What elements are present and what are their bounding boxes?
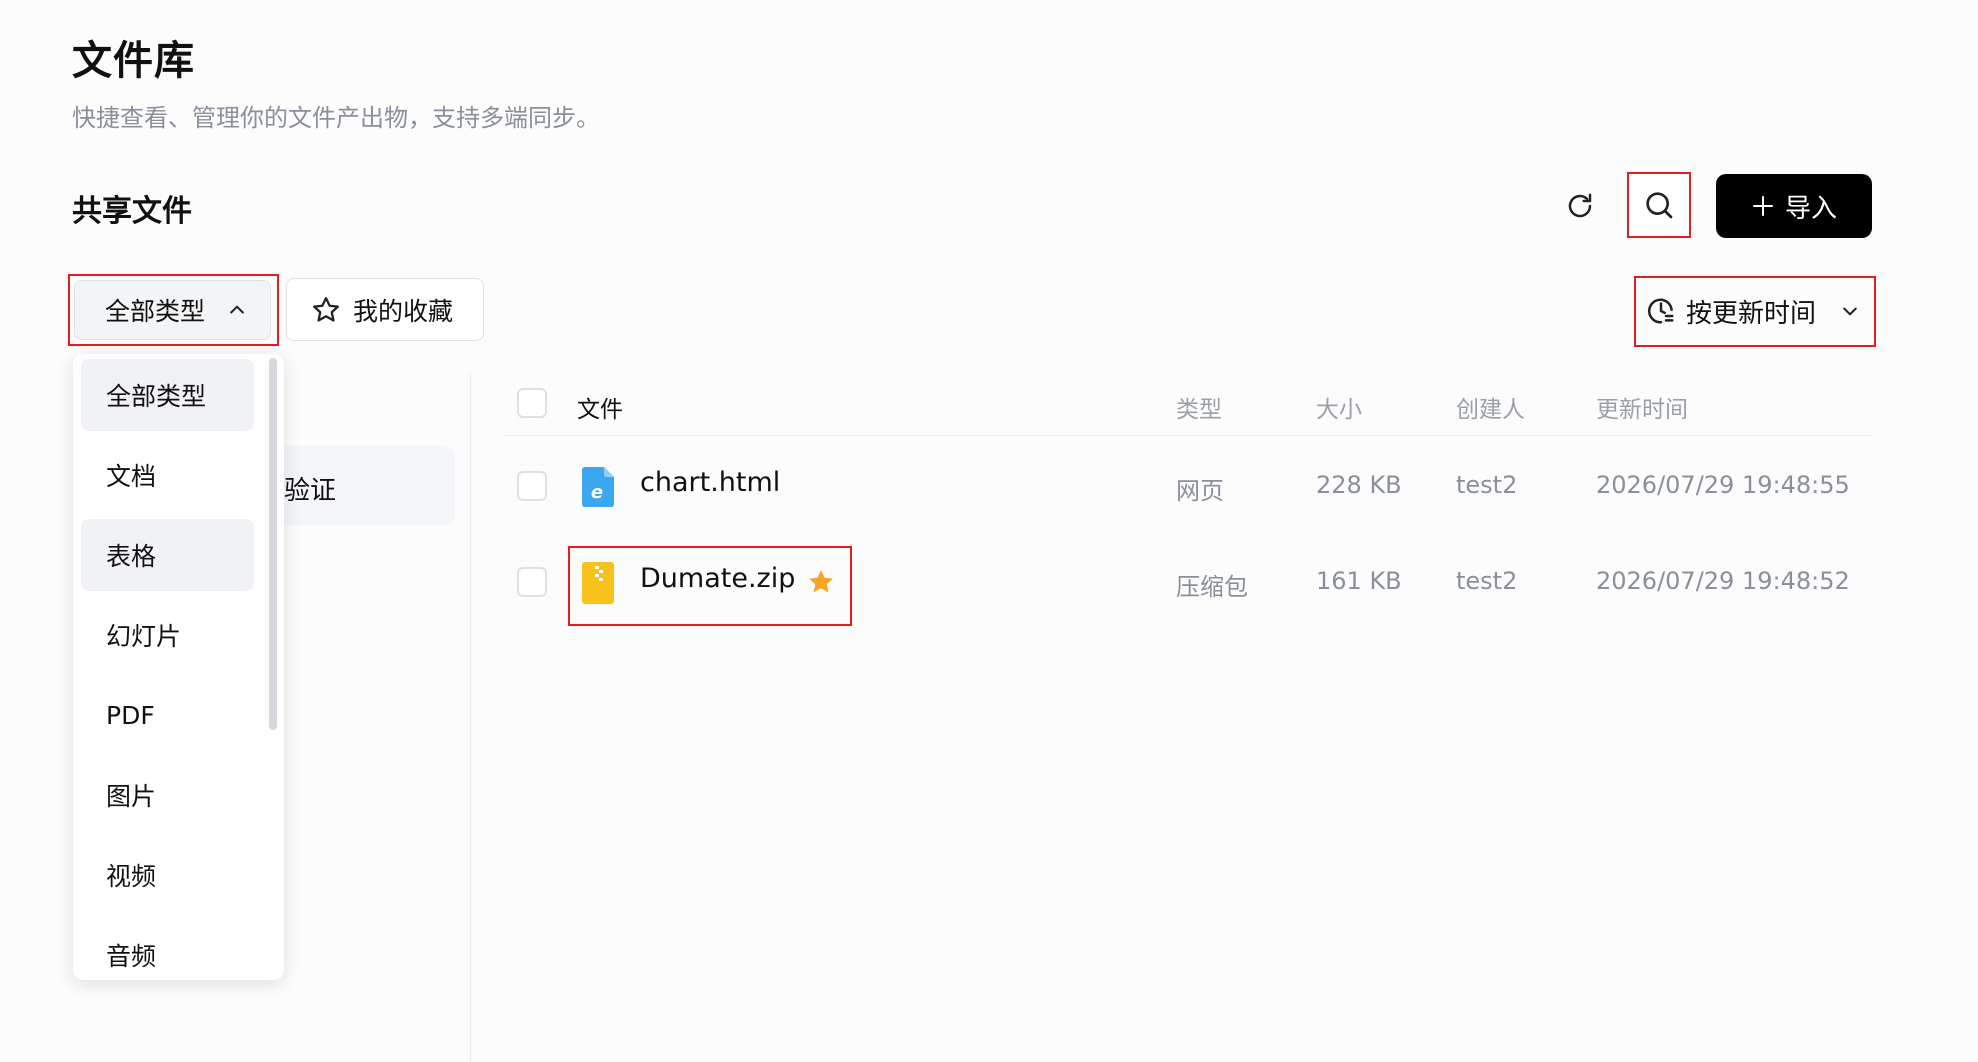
search-button[interactable] [1627,172,1691,238]
table-row[interactable]: e chart.html 网页 228 KB test2 2026/07/29 … [504,441,1872,531]
file-size: 161 KB [1316,567,1402,595]
row-checkbox[interactable] [517,471,547,501]
refresh-icon [1568,193,1592,218]
sort-label: 按更新时间 [1686,298,1817,329]
favorites-button[interactable]: 我的收藏 [286,278,484,341]
select-all-checkbox[interactable] [517,388,547,418]
dropdown-item-audio[interactable]: 音频 [81,919,254,980]
file-name[interactable]: Dumate.zip [640,563,795,594]
dropdown-item-slides[interactable]: 幻灯片 [81,599,254,671]
type-filter-button[interactable]: 全部类型 [74,280,271,340]
table-header: 文件 类型 大小 创建人 更新时间 [504,370,1872,436]
zip-file-icon [582,562,614,604]
header-file: 文件 [577,397,623,423]
file-updated: 2026/07/29 19:48:55 [1596,471,1850,499]
import-label: 导入 [1784,193,1837,224]
chevron-down-icon [1843,307,1857,316]
dropdown-item-video[interactable]: 视频 [81,839,254,911]
star-filled-icon[interactable] [806,567,836,597]
dropdown-item-document[interactable]: 文档 [81,439,254,511]
file-type: 压缩包 [1176,573,1248,601]
panel-divider [470,372,471,1062]
header-updated: 更新时间 [1596,397,1688,423]
chevron-up-icon [230,305,244,314]
dropdown-scrollbar[interactable] [269,358,277,730]
dropdown-item-pdf[interactable]: PDF [81,679,254,751]
import-button[interactable]: 导入 [1716,174,1872,238]
file-creator: test2 [1456,567,1518,595]
svg-text:e: e [591,482,603,503]
plus-icon [1752,196,1773,216]
type-dropdown: 全部类型 文档 表格 幻灯片 PDF 图片 视频 音频 [73,354,284,980]
refresh-button[interactable] [1560,186,1600,226]
star-outline-icon [313,296,339,322]
header-creator: 创建人 [1456,397,1525,423]
sort-button[interactable]: 按更新时间 [1646,285,1866,337]
file-creator: test2 [1456,471,1518,499]
favorites-label: 我的收藏 [353,296,454,326]
dropdown-item-image[interactable]: 图片 [81,759,254,831]
html-file-icon: e [582,467,614,507]
type-filter-label: 全部类型 [105,297,206,326]
section-title: 共享文件 [72,194,192,229]
clock-sort-icon [1647,298,1674,324]
dropdown-item-spreadsheet[interactable]: 表格 [81,519,254,591]
page-subtitle: 快捷查看、管理你的文件产出物，支持多端同步。 [72,104,600,132]
dropdown-item-all[interactable]: 全部类型 [81,359,254,431]
file-size: 228 KB [1316,471,1402,499]
search-icon [1646,192,1673,219]
file-name[interactable]: chart.html [640,467,780,498]
page-title: 文件库 [72,38,195,84]
file-updated: 2026/07/29 19:48:52 [1596,567,1850,595]
row-checkbox[interactable] [517,567,547,597]
header-size: 大小 [1316,397,1362,423]
left-panel-item-label: 验证 [284,476,337,506]
file-type: 网页 [1176,477,1224,505]
header-type: 类型 [1176,397,1222,423]
table-row[interactable]: Dumate.zip 压缩包 161 KB test2 2026/07/29 1… [504,537,1872,627]
